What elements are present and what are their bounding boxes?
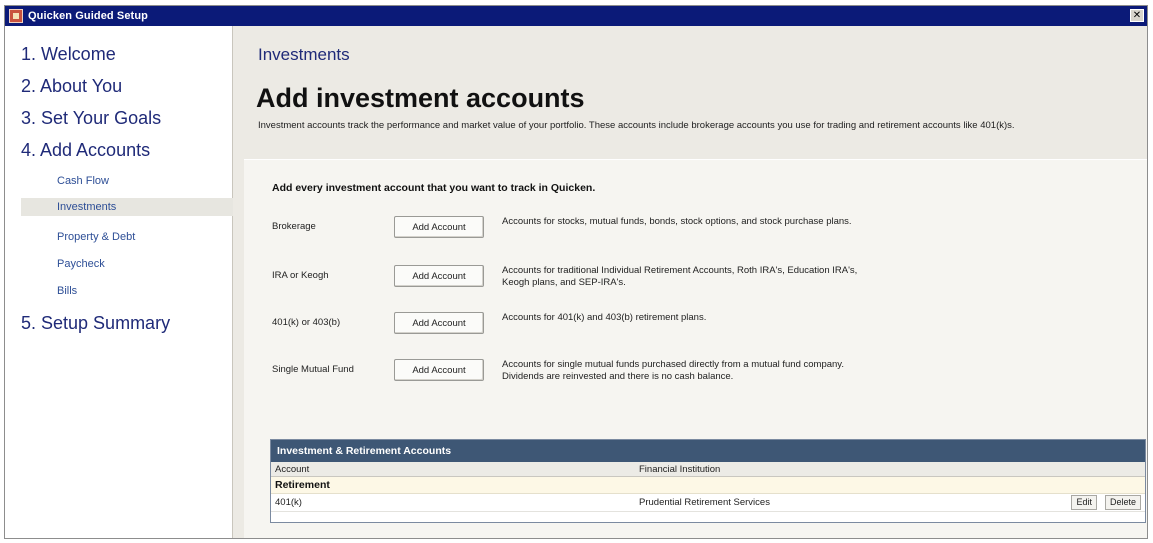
add-ira-keogh-account-button[interactable]: Add Account xyxy=(394,265,484,287)
column-header-account[interactable]: Account xyxy=(275,462,309,477)
account-type-description: Accounts for single mutual funds purchas… xyxy=(502,359,844,382)
page-heading: Add investment accounts xyxy=(256,83,585,113)
substep-paycheck[interactable]: Paycheck xyxy=(57,258,105,270)
title-bar[interactable]: Quicken Guided Setup ✕ xyxy=(5,6,1147,26)
substep-cash-flow[interactable]: Cash Flow xyxy=(57,175,109,187)
account-type-row: IRA or Keogh Add Account Accounts for tr… xyxy=(272,263,872,303)
add-single-mutual-fund-account-button[interactable]: Add Account xyxy=(394,359,484,381)
quicken-app-icon xyxy=(9,9,23,23)
window-title: Quicken Guided Setup xyxy=(28,10,148,22)
add-401k-403b-account-button[interactable]: Add Account xyxy=(394,312,484,334)
add-brokerage-account-button[interactable]: Add Account xyxy=(394,216,484,238)
page-description: Investment accounts track the performanc… xyxy=(258,120,1015,131)
account-type-label: Brokerage xyxy=(272,221,316,232)
delete-account-button[interactable]: Delete xyxy=(1104,495,1141,510)
substep-bills[interactable]: Bills xyxy=(57,285,77,297)
step-welcome[interactable]: 1. Welcome xyxy=(21,44,116,65)
substep-investments[interactable]: Investments xyxy=(21,198,233,216)
section-title: Investments xyxy=(258,45,350,64)
account-type-label: Single Mutual Fund xyxy=(272,364,354,375)
account-type-description: Accounts for traditional Individual Reti… xyxy=(502,265,858,288)
step-about-you[interactable]: 2. About You xyxy=(21,76,122,97)
row-financial-institution: Prudential Retirement Services xyxy=(639,497,770,508)
step-set-your-goals[interactable]: 3. Set Your Goals xyxy=(21,108,161,129)
account-type-description: Accounts for 401(k) and 403(b) retiremen… xyxy=(502,312,707,323)
setup-steps-sidebar: 1. Welcome 2. About You 3. Set Your Goal… xyxy=(5,26,233,538)
account-type-row: Single Mutual Fund Add Account Accounts … xyxy=(272,357,872,397)
step-add-accounts[interactable]: 4. Add Accounts xyxy=(21,140,150,161)
accounts-table-title: Investment & Retirement Accounts xyxy=(271,440,1145,462)
add-accounts-panel: Add every investment account that you wa… xyxy=(244,159,1147,538)
guided-setup-window: Quicken Guided Setup ✕ 1. Welcome 2. Abo… xyxy=(4,5,1148,539)
table-row[interactable]: 401(k) Prudential Retirement Services Ed… xyxy=(271,494,1145,512)
table-column-headers: Account Financial Institution xyxy=(271,462,1145,477)
close-button[interactable]: ✕ xyxy=(1130,9,1144,22)
account-type-label: IRA or Keogh xyxy=(272,270,329,281)
account-type-label: 401(k) or 403(b) xyxy=(272,317,341,328)
account-type-row: Brokerage Add Account Accounts for stock… xyxy=(272,214,872,254)
row-account-name: 401(k) xyxy=(275,497,302,508)
edit-account-button[interactable]: Edit xyxy=(1071,495,1097,510)
step-setup-summary[interactable]: 5. Setup Summary xyxy=(21,313,170,334)
account-type-row: 401(k) or 403(b) Add Account Accounts fo… xyxy=(272,310,872,350)
substep-property-debt[interactable]: Property & Debt xyxy=(57,231,135,243)
panel-heading: Add every investment account that you wa… xyxy=(272,182,596,194)
account-type-description: Accounts for stocks, mutual funds, bonds… xyxy=(502,216,852,227)
accounts-table: Investment & Retirement Accounts Account… xyxy=(270,439,1146,523)
main-content: Investments Add investment accounts Inve… xyxy=(234,26,1147,538)
column-header-financial-institution[interactable]: Financial Institution xyxy=(639,462,720,477)
table-group-retirement: Retirement xyxy=(271,477,1145,494)
